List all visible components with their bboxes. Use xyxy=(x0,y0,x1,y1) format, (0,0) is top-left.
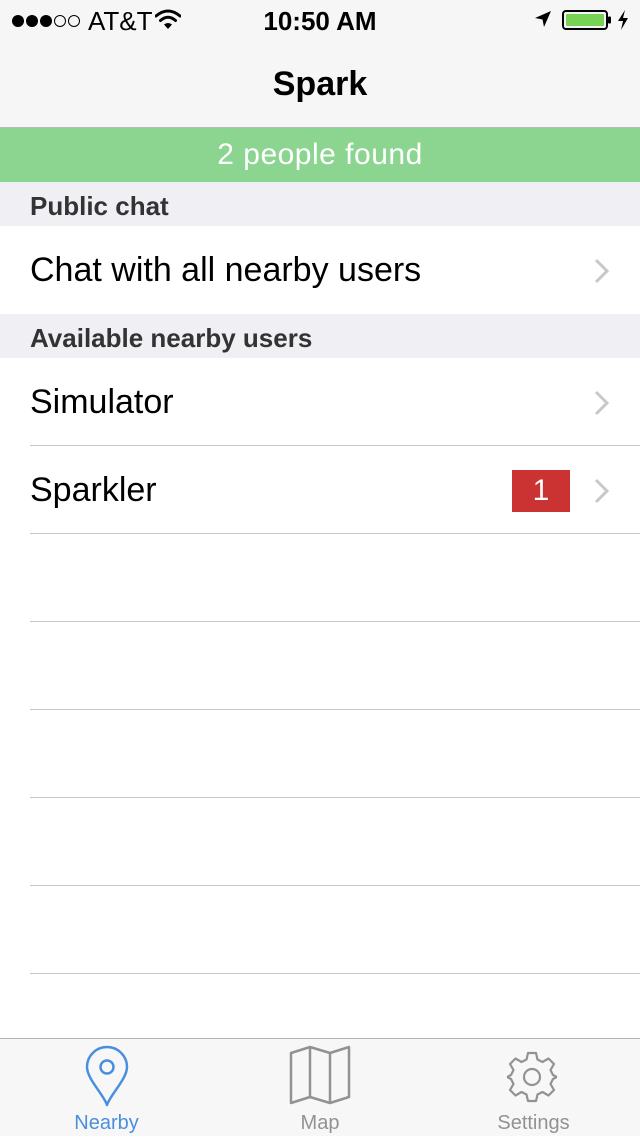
location-pin-icon xyxy=(85,1045,129,1107)
row-separator xyxy=(30,533,640,534)
empty-row-separator xyxy=(30,973,640,974)
tab-map[interactable]: Map xyxy=(213,1039,427,1137)
row-user-sparkler[interactable]: Sparkler 1 xyxy=(0,446,640,534)
chevron-right-icon xyxy=(594,390,610,416)
unread-count-badge: 1 xyxy=(512,470,570,512)
battery-icon xyxy=(562,10,611,30)
row-label: Simulator xyxy=(30,383,174,421)
tab-label: Nearby xyxy=(74,1112,139,1134)
navigation-bar: AT&T 10:50 AM Spark xyxy=(0,0,640,128)
page-title: Spark xyxy=(272,65,368,103)
location-arrow-icon xyxy=(535,11,551,27)
charging-bolt-icon xyxy=(618,10,628,30)
people-found-banner: 2 people found xyxy=(0,128,640,182)
section-header-available-nearby-users: Available nearby users xyxy=(0,314,640,358)
gear-icon xyxy=(506,1051,558,1103)
row-user-simulator[interactable]: Simulator xyxy=(0,358,640,446)
empty-row-separator xyxy=(30,797,640,798)
section-header-public-chat: Public chat xyxy=(0,182,640,226)
tab-settings[interactable]: Settings xyxy=(427,1039,640,1137)
tab-bar: Nearby Map Settings xyxy=(0,1038,640,1136)
empty-row-separator xyxy=(30,621,640,622)
tab-label: Settings xyxy=(497,1112,570,1134)
empty-row-separator xyxy=(30,885,640,886)
row-chat-with-all-nearby-users[interactable]: Chat with all nearby users xyxy=(0,226,640,314)
tab-nearby[interactable]: Nearby xyxy=(0,1039,213,1137)
map-icon xyxy=(289,1045,351,1105)
row-label: Chat with all nearby users xyxy=(30,251,422,289)
status-bar: AT&T 10:50 AM xyxy=(0,0,640,40)
chevron-right-icon xyxy=(594,478,610,504)
row-label: Sparkler xyxy=(30,471,157,509)
chevron-right-icon xyxy=(594,258,610,284)
empty-row-separator xyxy=(30,709,640,710)
tab-label: Map xyxy=(300,1112,340,1134)
